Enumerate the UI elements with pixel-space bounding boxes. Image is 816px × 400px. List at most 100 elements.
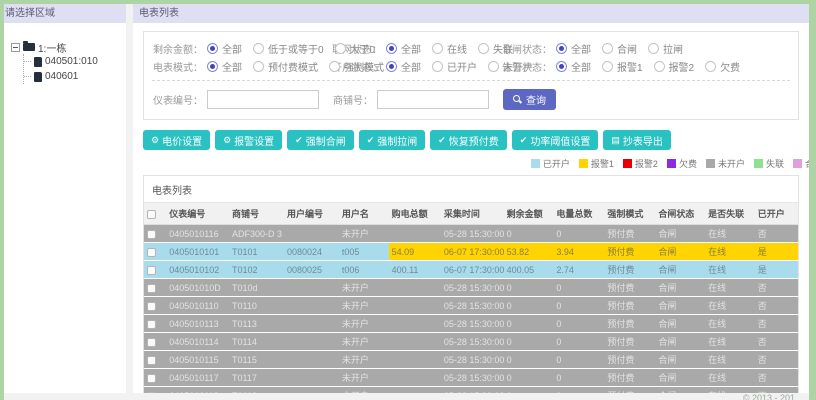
radio-button[interactable] — [432, 60, 443, 72]
row-checkbox[interactable] — [147, 265, 156, 275]
radio-option[interactable]: 全部 — [386, 41, 421, 56]
radio-button[interactable] — [334, 42, 346, 54]
table-cell: 05-28 15:30:00 — [440, 278, 504, 297]
table-cell: 在线 — [705, 278, 755, 297]
radio-button[interactable] — [602, 60, 613, 72]
table-row[interactable]: 0405010114 T0114 未开户 05-28 15:30:00 0 0 预付费 合闸在… — [144, 332, 798, 351]
radio-option[interactable]: 全部 — [556, 41, 591, 56]
toolbar-button-电价设置[interactable]: ⚙ 电价设置 — [143, 130, 211, 150]
row-checkbox[interactable] — [147, 391, 156, 393]
toolbar-button-恢复预付费[interactable]: ✔ 恢复预付费 — [430, 130, 507, 150]
table-cell: 未开户 — [338, 224, 389, 243]
filter-row: 剩余金额： 全部 低于或等于0 大于0 联网状态： 全部 在线 失联 合闸状态： 全部 合闸 拉闸 — [144, 39, 798, 57]
table-row[interactable]: 0405010115 T0115 未开户 05-28 15:30:00 0 0 预付费 合闸在… — [144, 350, 798, 369]
table-cell: 0 — [553, 296, 605, 315]
radio-option-label: 欠费 — [720, 62, 741, 74]
radio-option[interactable]: 预付费模式 — [253, 59, 318, 74]
radio-button[interactable] — [329, 60, 340, 72]
table-cell: 0405010110 — [166, 296, 230, 315]
radio-option[interactable]: 全部 — [207, 59, 242, 74]
toolbar-button-功率阈值设置[interactable]: ✔ 功率阈值设置 — [511, 130, 599, 150]
table-row[interactable]: 0405010110 T0110 未开户 05-28 15:30:00 0 0 预付费 合闸在… — [144, 296, 798, 315]
query-button[interactable]: 查询 — [503, 89, 556, 110]
radio-option[interactable]: 已开户 — [432, 59, 477, 74]
radio-button[interactable] — [386, 42, 397, 54]
table-row[interactable]: 0405010113 T0113 未开户 05-28 15:30:00 0 0 预付费 合闸在… — [144, 314, 798, 333]
radio-option[interactable]: 全部 — [207, 41, 242, 56]
toolbar-button-抄表导出[interactable]: ▤ 抄表导出 — [603, 130, 671, 150]
row-checkbox-cell — [144, 296, 167, 315]
radio-button[interactable] — [478, 42, 489, 54]
row-checkbox[interactable] — [147, 355, 156, 365]
radio-button[interactable] — [653, 60, 665, 72]
radio-option[interactable]: 全部 — [386, 59, 421, 74]
table-cell: 预付费 — [604, 368, 656, 387]
radio-button[interactable] — [207, 60, 218, 72]
radio-button[interactable] — [556, 42, 567, 54]
table-cell: 否 — [754, 332, 798, 351]
shop-no-input[interactable] — [377, 90, 489, 109]
table-cell: 合闸 — [655, 350, 706, 369]
radio-option[interactable]: 合闸 — [602, 41, 637, 56]
radio-button[interactable] — [386, 60, 397, 72]
radio-button[interactable] — [432, 42, 443, 54]
radio-option[interactable]: 报警1 — [602, 59, 643, 74]
radio-option[interactable]: 全部 — [556, 59, 591, 74]
radio-option[interactable]: 拉闸 — [648, 41, 683, 56]
table-row[interactable]: 040501010D T010d 未开户 05-28 15:30:00 0 0 预付费 合闸在… — [144, 278, 798, 297]
toolbar-button-label: 强制合闸 — [305, 136, 346, 148]
table-row[interactable]: 0405010102 T0102 0080025 t006 400.11 06-07 17… — [144, 260, 798, 279]
radio-option-label: 全部 — [222, 62, 242, 74]
radio-button[interactable] — [705, 60, 717, 72]
column-header-用户编号: 用户编号 — [283, 202, 339, 225]
row-checkbox[interactable] — [147, 319, 156, 329]
table-cell: 05-28 15:30:00 — [440, 386, 504, 393]
table-row[interactable]: 0405010116 ADF300-D 3 未开户 05-28 15:30:00 0 0 预… — [144, 224, 798, 243]
filter-group-label: 剩余金额： — [153, 44, 203, 56]
table-cell: 05-28 15:30:00 — [440, 332, 504, 351]
tree-collapse-icon[interactable] — [11, 42, 20, 52]
radio-button[interactable] — [253, 42, 264, 54]
toolbar-button-强制拉闸[interactable]: ✔ 强制拉闸 — [358, 130, 426, 150]
table-row[interactable]: 0405010118T0118未开户05-28 15:30:0000预付费合闸在… — [144, 386, 798, 393]
table-row[interactable]: 0405010101 T0101 0080024 t005 54.09 06-07 17:… — [144, 242, 798, 261]
toolbar-button-强制合闸[interactable]: ✔ 强制合闸 — [287, 130, 354, 150]
table-cell: 预付费 — [604, 260, 656, 279]
tree-node[interactable]: 040601 — [24, 69, 124, 84]
radio-option[interactable]: 在线 — [432, 41, 467, 56]
radio-button[interactable] — [253, 60, 264, 72]
radio-option-label: 合闸 — [617, 44, 637, 56]
column-header-电量总数: 电量总数 — [553, 202, 605, 225]
radio-option[interactable]: 报警2 — [653, 59, 694, 74]
row-checkbox[interactable] — [147, 337, 156, 347]
table-cell: 未开户 — [338, 278, 389, 297]
row-checkbox[interactable] — [147, 229, 156, 239]
radio-button[interactable] — [207, 42, 218, 54]
radio-option-label: 在线 — [447, 44, 467, 56]
meter-no-input[interactable] — [207, 90, 319, 109]
tree-node[interactable]: 040501:010 — [24, 54, 124, 69]
row-checkbox[interactable] — [147, 283, 156, 293]
legend-item: 已开户 — [530, 157, 570, 170]
radio-option[interactable]: 欠费 — [705, 59, 740, 74]
table-cell: 06-07 17:30:00 — [440, 242, 504, 261]
toolbar-button-报警设置[interactable]: ⚙ 报警设置 — [215, 130, 283, 150]
radio-button[interactable] — [602, 42, 613, 54]
radio-button[interactable] — [488, 60, 499, 72]
row-checkbox-cell — [144, 332, 167, 351]
row-checkbox[interactable] — [147, 247, 156, 257]
radio-option[interactable]: 低于或等于0 — [253, 41, 324, 56]
filter-group: 合闸状态： 全部 合闸 拉闸 — [502, 41, 694, 56]
row-checkbox[interactable] — [147, 373, 156, 383]
table-row[interactable]: 0405010117 T0117 未开户 05-28 15:30:00 0 0 预付费 合闸在… — [144, 368, 798, 387]
row-checkbox[interactable] — [147, 301, 156, 311]
tree-root-node[interactable]: 1:一栋 — [11, 40, 124, 55]
app-window: 请选择区域 1:一栋 040501:010 040601 电表列表 剩余金额： 全部… — [4, 4, 809, 400]
radio-button[interactable] — [556, 60, 567, 72]
toolbar-button-label: 功率阈值设置 — [530, 136, 591, 148]
select-all-checkbox[interactable] — [147, 209, 156, 219]
radio-button[interactable] — [648, 42, 659, 54]
table-cell — [283, 296, 339, 315]
table-cell: 05-28 15:30:00 — [440, 368, 504, 387]
table-cell: 0 — [553, 332, 605, 351]
